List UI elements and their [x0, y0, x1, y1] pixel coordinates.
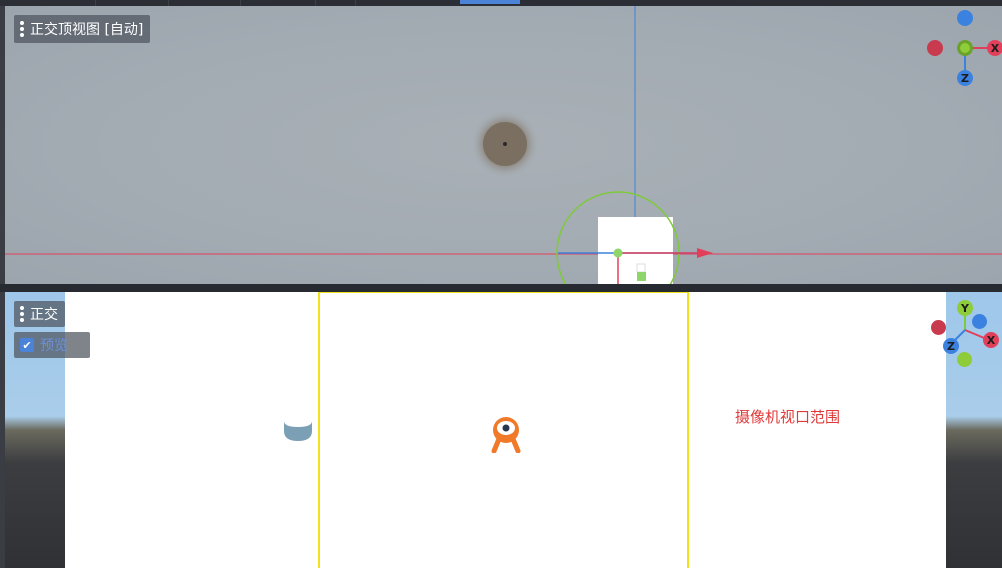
gizmo-negative-x-dot[interactable] [927, 40, 943, 56]
gizmo-y-dot[interactable] [957, 40, 973, 56]
top-viewport-menu[interactable]: 正交顶视图 [自动] [14, 15, 151, 43]
gizmo-negative-z-dot[interactable] [957, 10, 973, 26]
bottom-viewport-label: 正交 [30, 307, 58, 323]
gizmo-y-dot[interactable]: Y [957, 300, 973, 316]
gizmo-z-dot[interactable]: Z [957, 70, 973, 86]
viewport-divider[interactable] [0, 284, 1002, 292]
kebab-menu-icon[interactable] [20, 21, 24, 37]
node-pivot [503, 142, 507, 146]
gizmo-negative-y-dot[interactable] [957, 352, 972, 367]
top-viewport-scene [5, 6, 1002, 284]
preview-toggle-label: 预览 [40, 338, 68, 354]
bottom-axis-gizmo[interactable]: Y X Z [929, 298, 1002, 370]
gizmo-y-label: Y [961, 301, 969, 315]
bottom-viewport-menu[interactable]: 正交 [14, 301, 65, 327]
gizmo-z-label: Z [961, 71, 969, 85]
move-gizmo-arrow[interactable] [697, 248, 713, 258]
cup-object[interactable] [282, 415, 316, 445]
tab-active-indicator[interactable] [460, 0, 520, 4]
gizmo-x-label: X [990, 41, 1000, 55]
kebab-menu-icon[interactable] [20, 306, 24, 322]
checkmark-icon[interactable]: ✔ [20, 338, 34, 352]
scale-handle[interactable] [637, 272, 646, 281]
camera-node-icon[interactable] [489, 417, 523, 453]
gizmo-x-dot[interactable]: X [983, 332, 999, 348]
gizmo-x-dot[interactable]: X [987, 40, 1002, 56]
gizmo-negative-z-dot[interactable] [972, 314, 987, 329]
top-axis-gizmo[interactable]: X Z [925, 10, 1002, 90]
gizmo-negative-x-dot[interactable] [931, 320, 946, 335]
bottom-orthographic-viewport[interactable]: 摄像机视口范围 正交 ✔ 预览 Y X Z [5, 292, 1002, 568]
canvas-rect[interactable] [598, 217, 673, 284]
top-orthographic-viewport[interactable]: 正交顶视图 [自动] X Z [5, 6, 1002, 284]
gizmo-z-label: Z [947, 339, 955, 353]
preview-toggle[interactable]: ✔ 预览 [14, 332, 90, 358]
camera-range-annotation: 摄像机视口范围 [735, 408, 841, 426]
gizmo-x-label: X [986, 333, 996, 347]
gizmo-z-dot[interactable]: Z [943, 338, 959, 354]
top-viewport-label: 正交顶视图 [自动] [30, 22, 144, 38]
move-gizmo-center[interactable] [613, 248, 623, 258]
